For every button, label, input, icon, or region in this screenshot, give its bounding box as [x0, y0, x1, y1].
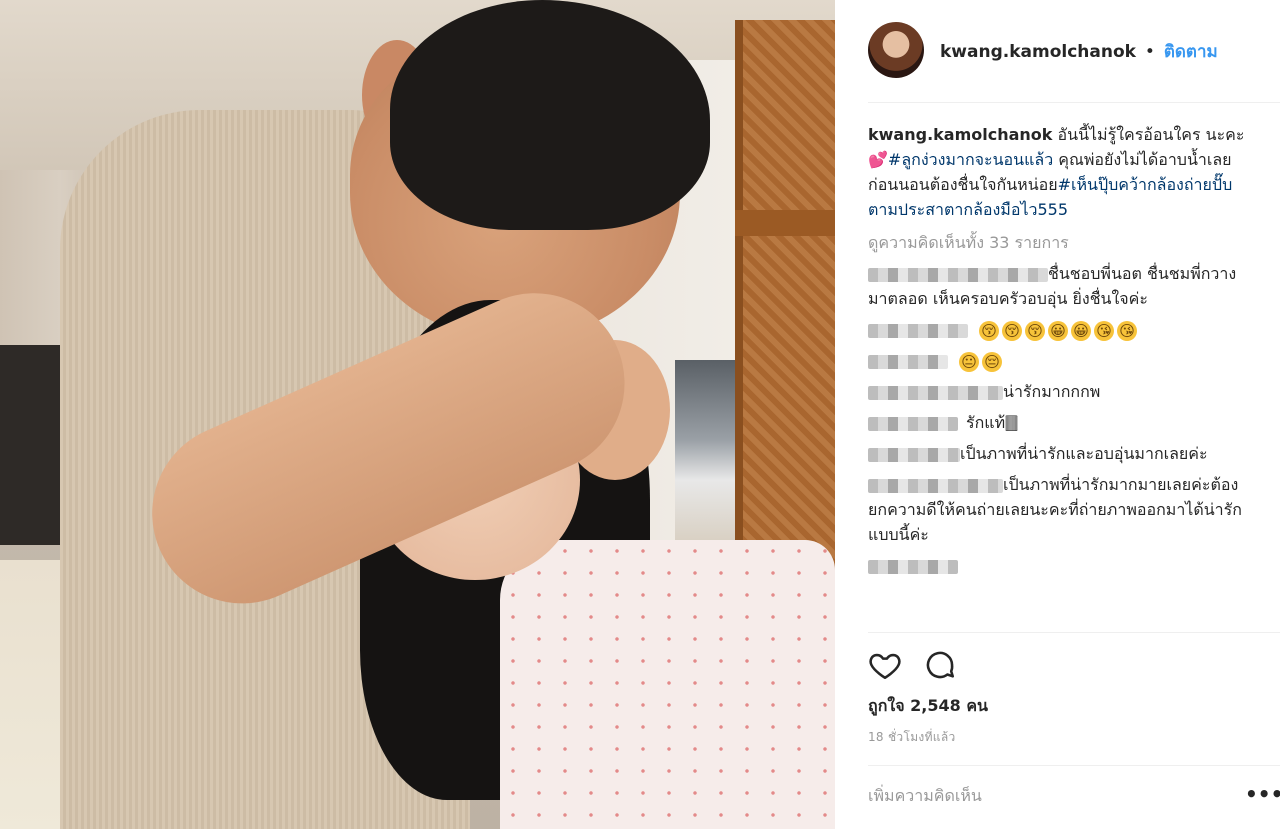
- view-all-comments-link[interactable]: ดูความคิดเห็นทั้ง 33 รายการ: [868, 230, 1248, 255]
- post-header: kwang.kamolchanok • ติดตาม: [835, 0, 1280, 102]
- blurred-username: [868, 267, 1048, 282]
- pensive-face-icon: 😔: [982, 351, 1003, 372]
- comment-item: รักแท้🀫: [868, 410, 1248, 435]
- header-separator: •: [1144, 42, 1155, 62]
- blurred-username: [868, 323, 968, 338]
- blurred-username: [868, 416, 958, 431]
- kissing-face-icon: 😚: [1025, 320, 1046, 341]
- heart-icon[interactable]: [868, 648, 902, 682]
- header-divider: [868, 102, 1280, 103]
- neutral-face-icon: 😐: [959, 351, 980, 372]
- blurred-username: [868, 559, 958, 574]
- header-line: kwang.kamolchanok • ติดตาม: [940, 38, 1218, 65]
- blurred-username: [868, 478, 1003, 493]
- photo-bg-bed: [0, 560, 60, 829]
- face-blowing-kiss-icon: 😘: [1117, 320, 1138, 341]
- follow-button[interactable]: ติดตาม: [1164, 42, 1218, 62]
- face-blowing-kiss-icon: 😘: [1094, 320, 1115, 341]
- kissing-face-icon: 😚: [1002, 320, 1023, 341]
- comment-text: รักแท้🀫: [966, 413, 1018, 432]
- add-comment-input[interactable]: เพิ่มความคิดเห็น: [868, 784, 982, 809]
- comment-item: เป็นภาพที่น่ารักมากมายเลยค่ะต้องยกความดี…: [868, 472, 1248, 547]
- blurred-username: [868, 354, 948, 369]
- post-actions: [868, 648, 973, 682]
- photo-bg-screen-bar: [735, 210, 835, 236]
- photo-bg-folding-screen: [735, 20, 835, 620]
- comment-item: 😐 😔: [868, 348, 1248, 373]
- comment-item: เป็นภาพที่น่ารักและอบอุ่นมากเลยค่ะ: [868, 441, 1248, 466]
- blurred-username: [868, 447, 960, 462]
- caption-hashtag-1[interactable]: #ลูกง่วงมากจะนอนแล้ว: [888, 150, 1053, 169]
- comment-icon[interactable]: [923, 648, 957, 682]
- likes-count[interactable]: ถูกใจ 2,548 คน: [868, 694, 988, 719]
- more-options-icon[interactable]: •••: [1245, 782, 1280, 806]
- grinning-face-icon: 😀: [1071, 320, 1092, 341]
- comments-section: kwang.kamolchanok อันนี้ไม่รู้ใครอ้อนใคร…: [868, 122, 1248, 578]
- comment-input-divider: [868, 765, 1280, 766]
- post-sidebar: kwang.kamolchanok • ติดตาม kwang.kamolch…: [835, 0, 1280, 829]
- caption: kwang.kamolchanok อันนี้ไม่รู้ใครอ้อนใคร…: [868, 122, 1248, 222]
- post-photo[interactable]: [0, 0, 835, 829]
- caption-username[interactable]: kwang.kamolchanok: [868, 125, 1052, 144]
- header-username[interactable]: kwang.kamolchanok: [940, 42, 1136, 62]
- comment-text: น่ารักมากกกพ: [1003, 382, 1101, 401]
- actions-divider: [868, 632, 1280, 633]
- comment-item: ชื่นชอบพี่นอต ชื่นชมพี่กวางมาตลอด เห็นคร…: [868, 261, 1248, 311]
- avatar[interactable]: [868, 22, 924, 78]
- comment-item: 😚 😚 😚 😀 😀 😘 😘: [868, 317, 1248, 342]
- comment-item: [868, 553, 1248, 578]
- blurred-username: [868, 385, 1003, 400]
- comment-text: เป็นภาพที่น่ารักและอบอุ่นมากเลยค่ะ: [960, 444, 1208, 463]
- grinning-face-icon: 😀: [1048, 320, 1069, 341]
- photo-girl-pajama: [500, 540, 835, 829]
- post-timestamp[interactable]: 18 ชั่วโมงที่แล้ว: [868, 728, 956, 747]
- photo-bg-shelf: [675, 360, 735, 560]
- comment-item: น่ารักมากกกพ: [868, 379, 1248, 404]
- kissing-face-icon: 😚: [979, 320, 1000, 341]
